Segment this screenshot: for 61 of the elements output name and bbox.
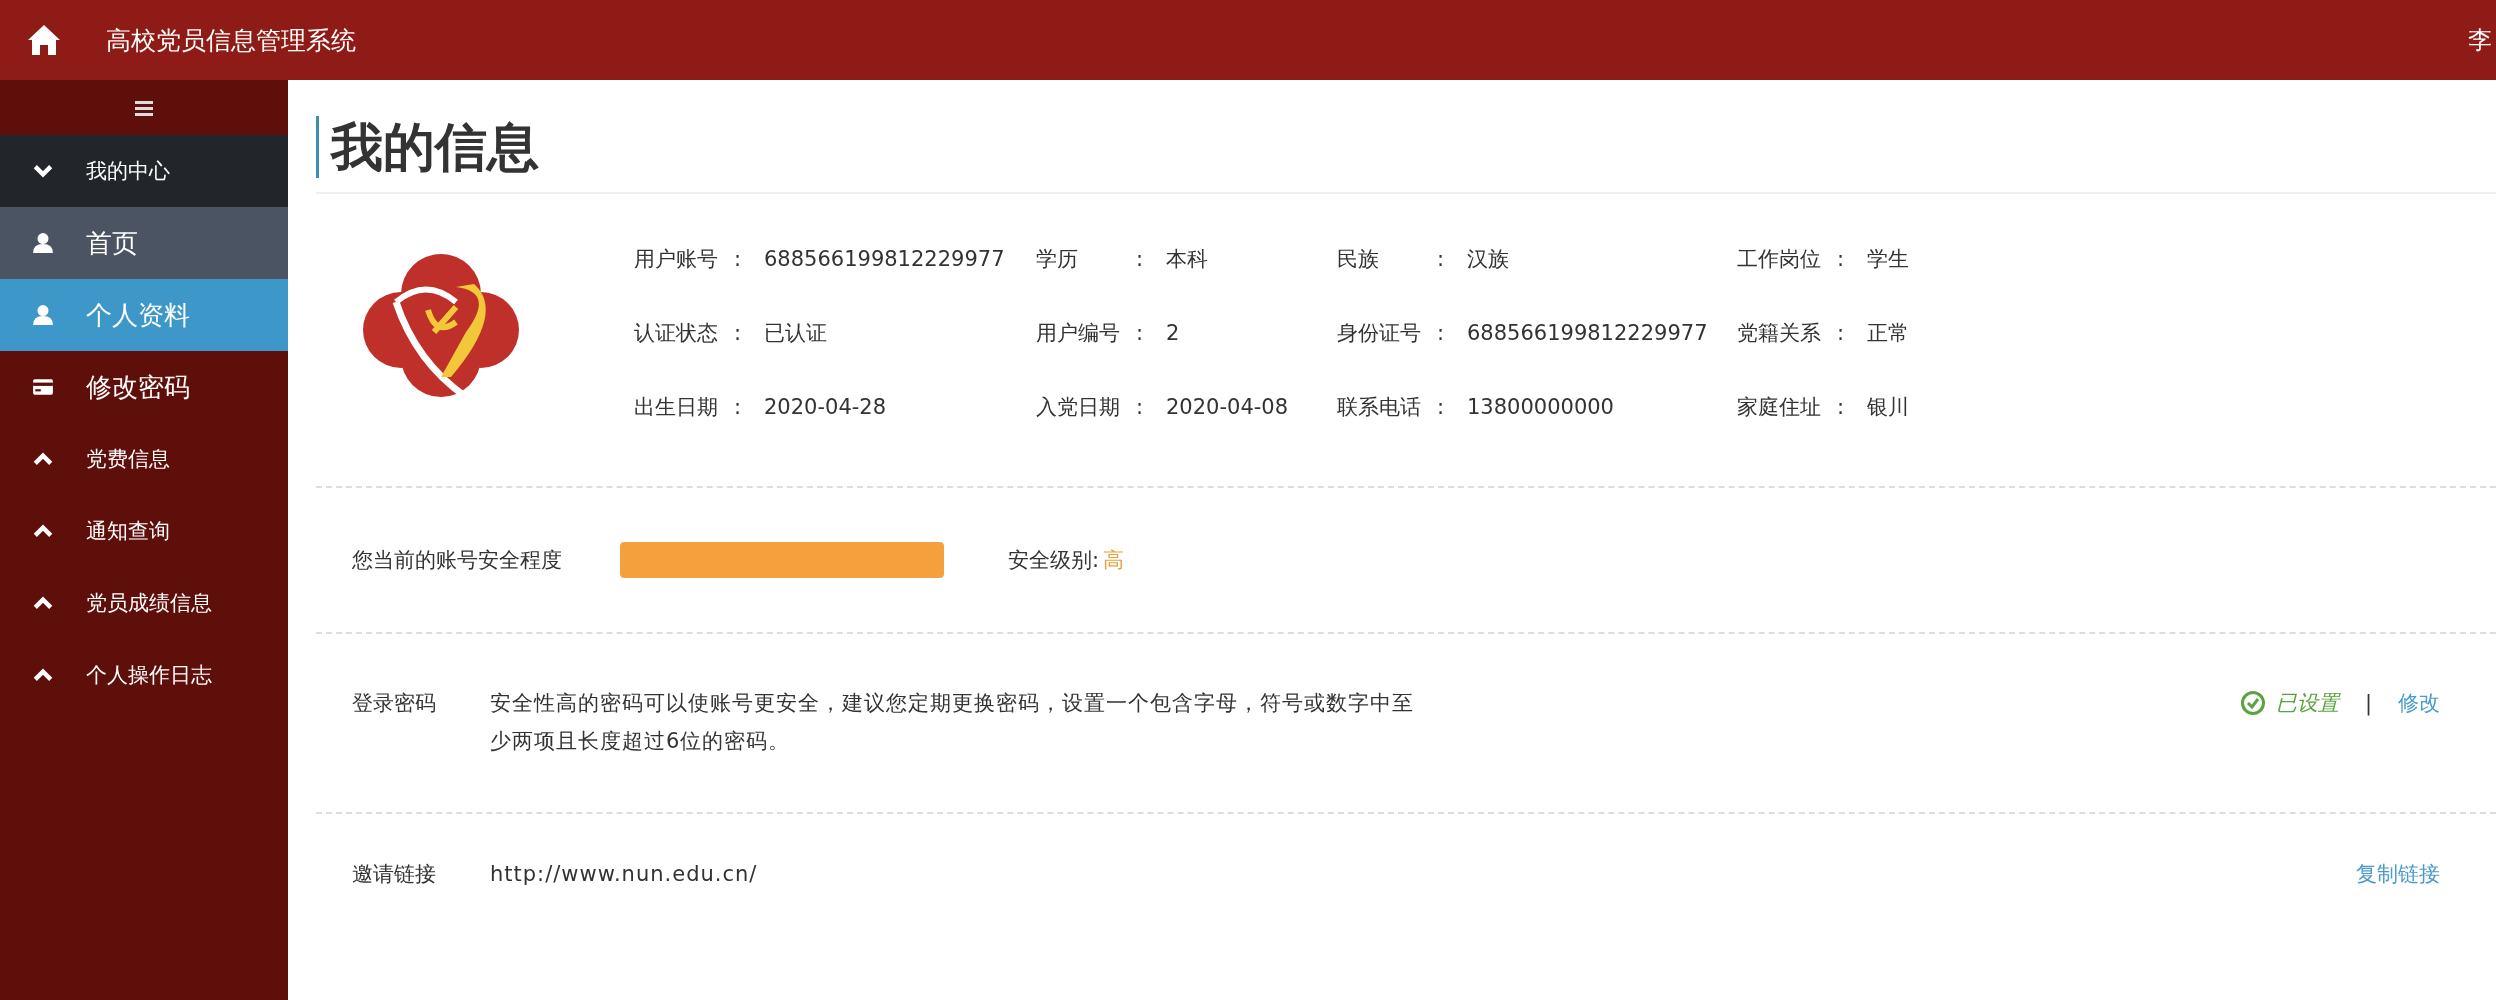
card-icon — [32, 376, 54, 398]
colon: : — [734, 246, 743, 273]
menu-icon[interactable] — [135, 99, 153, 116]
menu-item[interactable]: 修改密码 — [0, 351, 288, 423]
security-level-label: 安全级别: — [1008, 547, 1100, 574]
field-label: 用户编号 — [1036, 320, 1121, 347]
colon: : — [1837, 394, 1846, 421]
field-value: 13800000000 — [1467, 394, 1614, 421]
colon: : — [734, 320, 743, 347]
user-icon — [32, 232, 54, 254]
user-icon — [32, 304, 54, 326]
field-value: 688566199812229977 — [764, 246, 1005, 273]
field-value: 688566199812229977 — [1467, 320, 1708, 347]
password-status: 已设置 — [2275, 690, 2339, 717]
menu-group[interactable]: 党费信息 — [0, 423, 288, 495]
colon: : — [1837, 246, 1846, 273]
check-circle-icon — [2239, 690, 2266, 716]
app-title: 高校党员信息管理系统 — [106, 24, 356, 57]
field-label: 认证状态 — [634, 320, 719, 347]
field-label: 用户账号 — [634, 246, 719, 273]
menu-group[interactable]: 通知查询 — [0, 495, 288, 567]
field-label: 身份证号 — [1337, 320, 1422, 347]
home-icon[interactable] — [26, 23, 62, 57]
invite-url: http://www.nun.edu.cn/ — [490, 862, 758, 886]
field-label: 入党日期 — [1036, 394, 1121, 421]
invite-label: 邀请链接 — [352, 861, 437, 888]
page-title: 我的信息 — [316, 116, 2496, 178]
colon: : — [1437, 320, 1446, 347]
field-value: 正常 — [1867, 320, 1909, 347]
password-hint: 安全性高的密码可以使账号更安全，建议您定期更换密码，设置一个包含字母，符号或数字中至少两项且长度超过6位的密码。 — [490, 690, 1415, 755]
security-level-value: 高 — [1103, 547, 1125, 574]
colon: : — [1437, 394, 1446, 421]
menu-group[interactable]: 党员成绩信息 — [0, 567, 288, 639]
user-name[interactable]: 李 — [2468, 24, 2492, 56]
colon: : — [1136, 246, 1145, 273]
field-label: 家庭住址 — [1737, 394, 1822, 421]
field-value: 银川 — [1867, 394, 1909, 421]
field-value: 2020-04-08 — [1166, 394, 1289, 421]
field-value: 本科 — [1166, 246, 1208, 273]
menu-group[interactable]: 个人操作日志 — [0, 639, 288, 711]
colon: : — [1136, 394, 1145, 421]
field-value: 学生 — [1867, 246, 1909, 273]
field-label: 民族 — [1337, 246, 1380, 273]
field-label: 学历 — [1036, 246, 1079, 273]
field-value: 汉族 — [1467, 246, 1509, 273]
field-value: 2020-04-28 — [764, 394, 887, 421]
password-label: 登录密码 — [352, 690, 437, 717]
field-label: 联系电话 — [1337, 394, 1422, 421]
menu-item[interactable]: 首页 — [0, 207, 288, 279]
colon: : — [1837, 320, 1846, 347]
security-label: 您当前的账号安全程度 — [352, 547, 563, 574]
separator: | — [2364, 690, 2372, 718]
field-label: 党籍关系 — [1737, 320, 1822, 347]
menu-group[interactable]: 我的中心 — [0, 135, 288, 207]
field-value: 已认证 — [764, 320, 827, 347]
field-label: 工作岗位 — [1737, 246, 1822, 273]
colon: : — [1437, 246, 1446, 273]
colon: : — [734, 394, 743, 421]
colon: : — [1136, 320, 1145, 347]
field-label: 出生日期 — [634, 394, 719, 421]
field-value: 2 — [1166, 320, 1180, 347]
